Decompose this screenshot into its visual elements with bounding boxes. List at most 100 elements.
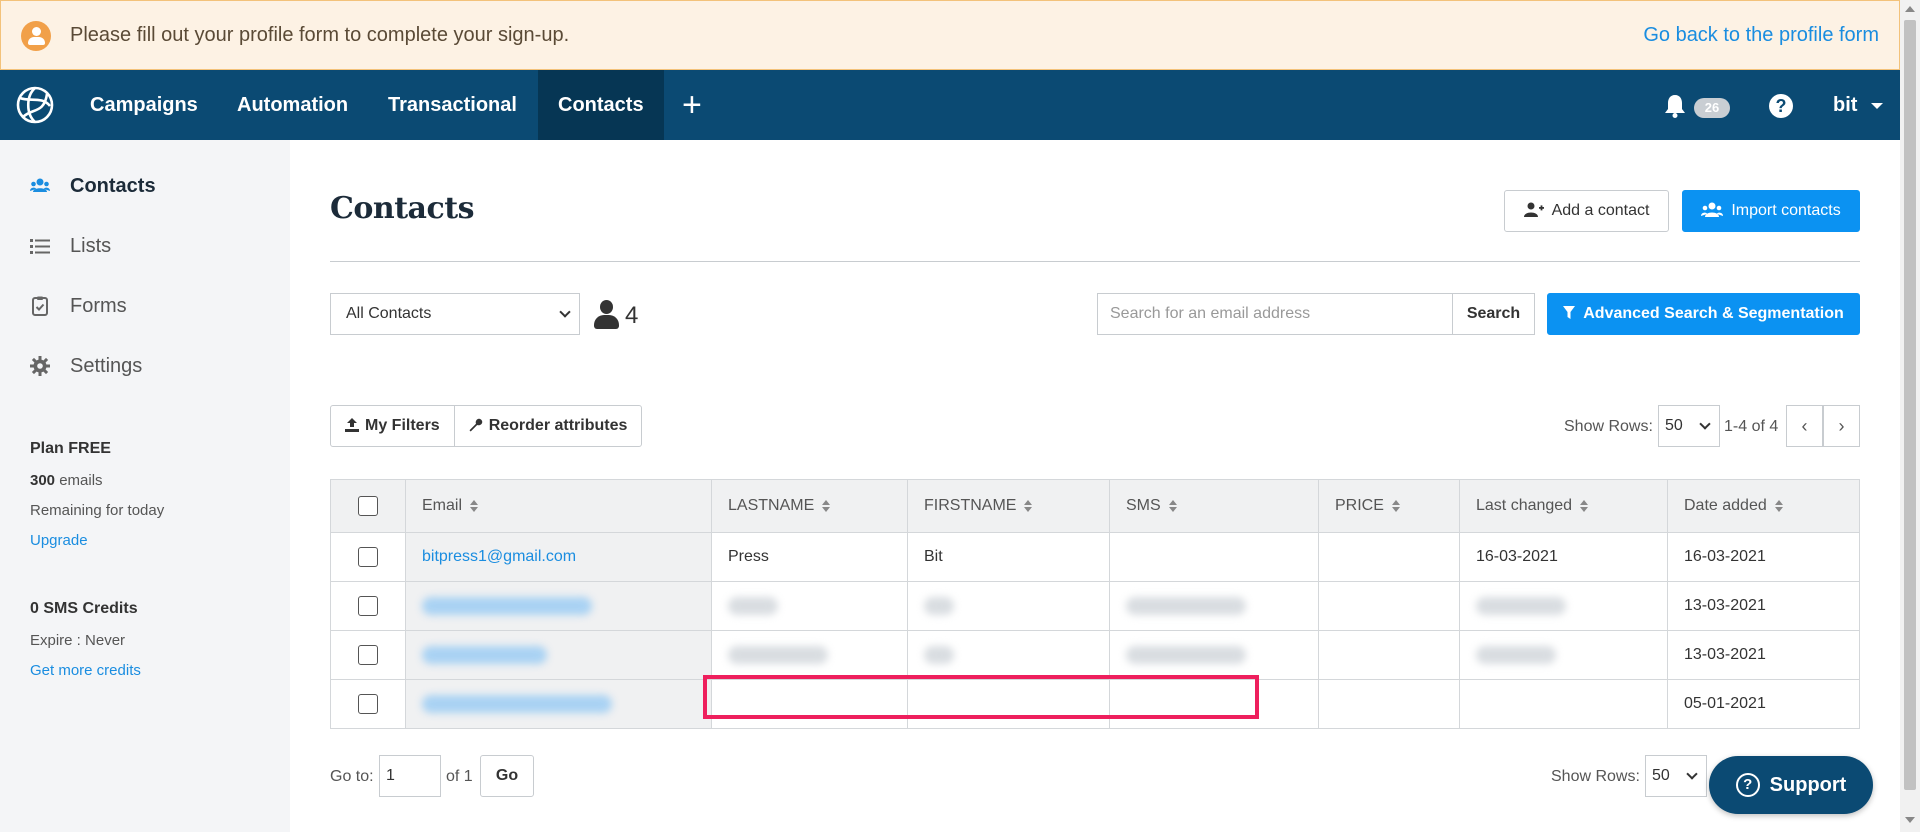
- my-filters-button[interactable]: My Filters: [331, 406, 454, 446]
- table-row[interactable]: bitpress1@gmail.com Press Bit 16-03-2021…: [330, 532, 1860, 582]
- lastname-cell: [711, 630, 908, 680]
- scroll-up-icon[interactable]: [1905, 6, 1915, 12]
- lastname-cell: [711, 679, 908, 729]
- footer-rows-per-page-select[interactable]: 50: [1645, 755, 1707, 797]
- profile-form-link[interactable]: Go back to the profile form: [1643, 24, 1879, 47]
- sidebar-item-lists[interactable]: Lists: [30, 231, 111, 261]
- price-cell: [1318, 679, 1460, 729]
- table-header-row: Email LASTNAME FIRSTNAME SMS PRICE Last …: [330, 479, 1860, 533]
- top-navigation: Campaigns Automation Transactional Conta…: [0, 70, 1900, 140]
- previous-page-button[interactable]: ‹: [1786, 405, 1823, 447]
- add-plus-icon[interactable]: +: [682, 88, 702, 122]
- sms-cell: [1109, 581, 1319, 631]
- date-added-cell: 16-03-2021: [1667, 532, 1860, 582]
- goto-page-input[interactable]: 1: [379, 755, 441, 797]
- column-header-firstname[interactable]: FIRSTNAME: [907, 479, 1110, 533]
- footer-show-rows-label: Show Rows:: [1551, 768, 1640, 785]
- page-scrollbar[interactable]: [1900, 0, 1920, 832]
- contact-email-link[interactable]: bitpress1@gmail.com: [422, 548, 576, 565]
- sidebar-item-forms[interactable]: Forms: [30, 291, 127, 321]
- row-checkbox[interactable]: [358, 694, 378, 714]
- sidebar-item-label: Forms: [70, 294, 127, 317]
- firstname-cell: Bit: [907, 532, 1110, 582]
- table-row[interactable]: 05-01-2021: [330, 679, 1860, 729]
- nav-contacts[interactable]: Contacts: [538, 70, 664, 140]
- sms-expire: Expire : Never: [30, 632, 126, 649]
- bell-icon[interactable]: [1664, 94, 1686, 118]
- select-all-cell: [330, 479, 406, 533]
- pagination-range: 1-4 of 4: [1724, 418, 1779, 435]
- import-contacts-button[interactable]: Import contacts: [1682, 190, 1860, 232]
- date-added-cell: 13-03-2021: [1667, 630, 1860, 680]
- column-header-lastname[interactable]: LASTNAME: [711, 479, 908, 533]
- firstname-cell: [907, 679, 1110, 729]
- email-search-input[interactable]: Search for an email address: [1097, 293, 1453, 335]
- scrollbar-thumb[interactable]: [1904, 20, 1916, 790]
- upgrade-link[interactable]: Upgrade: [30, 532, 88, 549]
- list-icon: [30, 239, 50, 254]
- rows-per-page-value: 50: [1665, 417, 1683, 434]
- total-pages-label: of 1: [446, 768, 473, 785]
- sidebar-item-contacts[interactable]: Contacts: [30, 171, 156, 201]
- scroll-down-icon[interactable]: [1905, 817, 1915, 823]
- title-divider: [330, 261, 1860, 262]
- last-changed-cell: 16-03-2021: [1459, 532, 1668, 582]
- emails-count: 300: [30, 472, 56, 489]
- go-button[interactable]: Go: [480, 755, 534, 797]
- get-more-credits-link[interactable]: Get more credits: [30, 662, 141, 679]
- chevron-down-icon: [1686, 768, 1698, 780]
- user-menu[interactable]: bit: [1833, 70, 1857, 140]
- sort-icon: [1024, 499, 1033, 512]
- row-checkbox[interactable]: [358, 645, 378, 665]
- column-header-last-changed[interactable]: Last changed: [1459, 479, 1668, 533]
- row-select-cell: [330, 581, 406, 631]
- lastname-cell: [711, 581, 908, 631]
- column-header-date-added[interactable]: Date added: [1667, 479, 1860, 533]
- sms-cell: [1109, 679, 1319, 729]
- filter-button-group: My Filters Reorder attributes: [330, 405, 643, 447]
- advanced-search-button[interactable]: Advanced Search & Segmentation: [1547, 293, 1860, 335]
- support-button[interactable]: ? Support: [1709, 756, 1873, 814]
- rows-per-page-select[interactable]: 50: [1658, 405, 1720, 447]
- nav-transactional[interactable]: Transactional: [368, 70, 537, 140]
- chevron-down-icon: [559, 306, 571, 318]
- nav-automation[interactable]: Automation: [217, 70, 368, 140]
- column-header-sms[interactable]: SMS: [1109, 479, 1319, 533]
- search-button[interactable]: Search: [1452, 293, 1535, 335]
- question-circle-icon: ?: [1735, 773, 1760, 797]
- sms-cell: [1109, 630, 1319, 680]
- reorder-attributes-button[interactable]: Reorder attributes: [453, 406, 642, 446]
- row-checkbox[interactable]: [358, 547, 378, 567]
- chevron-left-icon: ‹: [1801, 415, 1808, 436]
- row-checkbox[interactable]: [358, 596, 378, 616]
- sidebar-item-label: Lists: [70, 234, 112, 257]
- nav-campaigns[interactable]: Campaigns: [70, 70, 218, 140]
- email-cell: bitpress1@gmail.com: [405, 532, 712, 582]
- redacted-value: [728, 596, 778, 615]
- user-circle-icon: [21, 21, 51, 51]
- brand-logo-icon[interactable]: [14, 84, 56, 126]
- table-row[interactable]: 13-03-2021: [330, 581, 1860, 631]
- column-header-email[interactable]: Email: [405, 479, 712, 533]
- sort-icon: [1774, 499, 1783, 512]
- next-page-button[interactable]: ›: [1823, 405, 1860, 447]
- user-caret-icon[interactable]: [1871, 103, 1883, 109]
- redacted-value: [924, 596, 954, 615]
- contact-list-select[interactable]: All Contacts: [330, 293, 580, 335]
- sms-credits-title: 0 SMS Credits: [30, 600, 138, 617]
- my-filters-label: My Filters: [365, 417, 440, 434]
- price-cell: [1318, 532, 1460, 582]
- table-row[interactable]: 13-03-2021: [330, 630, 1860, 680]
- select-all-checkbox[interactable]: [358, 496, 378, 516]
- user-count-icon: [593, 300, 619, 330]
- contacts-table: Email LASTNAME FIRSTNAME SMS PRICE Last …: [330, 479, 1860, 729]
- sort-icon: [1391, 499, 1400, 512]
- column-header-price[interactable]: PRICE: [1318, 479, 1460, 533]
- add-contact-button[interactable]: Add a contact: [1504, 190, 1669, 232]
- users-icon: [1701, 202, 1724, 221]
- banner-message: Please fill out your profile form to com…: [70, 24, 570, 46]
- help-icon[interactable]: ?: [1769, 94, 1793, 118]
- chevron-right-icon: ›: [1838, 415, 1845, 436]
- sidebar-item-label: Settings: [70, 354, 143, 377]
- sidebar-item-settings[interactable]: Settings: [30, 351, 142, 381]
